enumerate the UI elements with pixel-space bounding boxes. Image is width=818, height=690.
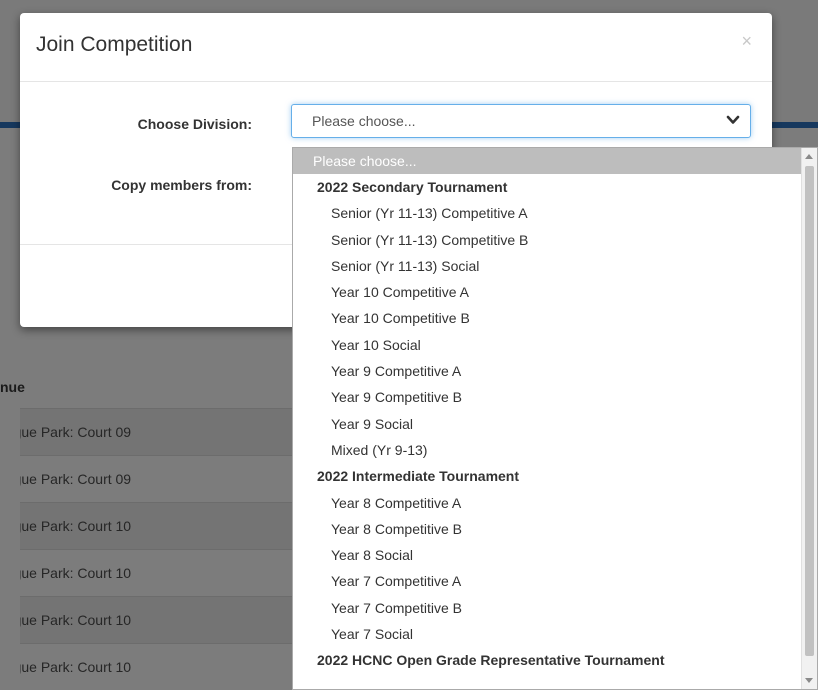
table-row: nogue Park: Court 09	[20, 408, 300, 455]
venue-cell: nogue Park: Court 09	[20, 424, 132, 440]
table-row: nogue Park: Court 10	[20, 549, 300, 596]
dropdown-option-placeholder[interactable]: Please choose...	[293, 148, 801, 174]
venue-cell: nogue Park: Court 09	[20, 471, 132, 487]
venue-cell: nogue Park: Court 10	[20, 518, 132, 534]
dropdown-option[interactable]: Year 8 Competitive B	[293, 516, 801, 542]
table-header-venue: nue	[0, 379, 25, 395]
dropdown-group-label: 2022 Secondary Tournament	[317, 179, 508, 195]
dropdown-group-label: 2022 Intermediate Tournament	[317, 468, 520, 485]
division-dropdown-list[interactable]: Please choose... 2022 Secondary Tourname…	[292, 147, 818, 690]
dropdown-option[interactable]: Year 7 Competitive A	[293, 568, 801, 594]
scrollbar-thumb[interactable]	[805, 166, 814, 656]
division-select[interactable]: Please choose...	[291, 104, 751, 138]
table-row: nogue Park: Court 10	[20, 502, 300, 549]
close-icon[interactable]: ×	[741, 31, 752, 52]
copy-members-label: Copy members from:	[111, 177, 252, 193]
choose-division-label: Choose Division:	[137, 116, 252, 132]
dropdown-option[interactable]: Senior (Yr 11-13) Competitive A	[293, 200, 801, 226]
dropdown-option[interactable]: Senior (Yr 11-13) Social	[293, 253, 801, 279]
dropdown-option[interactable]: Year 10 Social	[293, 332, 801, 358]
dropdown-option[interactable]: Year 7 Competitive B	[293, 595, 801, 621]
modal-header: Join Competition ×	[20, 13, 772, 82]
table-row: nogue Park: Court 10	[20, 643, 300, 690]
modal-title: Join Competition	[36, 33, 193, 56]
dropdown-option[interactable]: Year 8 Social	[293, 542, 801, 568]
scroll-down-icon[interactable]	[805, 678, 813, 683]
table-row: nogue Park: Court 09	[20, 455, 300, 502]
dropdown-options: Please choose... 2022 Secondary Tourname…	[293, 148, 801, 674]
division-select-value: Please choose...	[312, 113, 416, 129]
dropdown-scrollbar[interactable]	[801, 148, 817, 689]
dropdown-option[interactable]: Year 9 Competitive A	[293, 358, 801, 384]
dropdown-option[interactable]: Mixed (Yr 9-13)	[293, 437, 801, 463]
dropdown-option[interactable]: Year 8 Competitive A	[293, 490, 801, 516]
table-row: nogue Park: Court 10	[20, 596, 300, 643]
venue-cell: nogue Park: Court 10	[20, 565, 132, 581]
dropdown-group-label: 2022 HCNC Open Grade Representative Tour…	[317, 652, 665, 669]
scroll-up-icon[interactable]	[805, 154, 813, 159]
dropdown-option[interactable]: Year 10 Competitive A	[293, 279, 801, 305]
dropdown-option[interactable]: Year 10 Competitive B	[293, 305, 801, 331]
dropdown-option[interactable]: Year 9 Competitive B	[293, 384, 801, 410]
chevron-down-icon	[726, 115, 740, 124]
dropdown-option[interactable]: Year 7 Social	[293, 621, 801, 647]
venue-cell: nogue Park: Court 10	[20, 612, 132, 628]
dropdown-option[interactable]: Senior (Yr 11-13) Competitive B	[293, 227, 801, 253]
venue-cell: nogue Park: Court 10	[20, 659, 132, 675]
dropdown-option[interactable]: Year 9 Social	[293, 411, 801, 437]
